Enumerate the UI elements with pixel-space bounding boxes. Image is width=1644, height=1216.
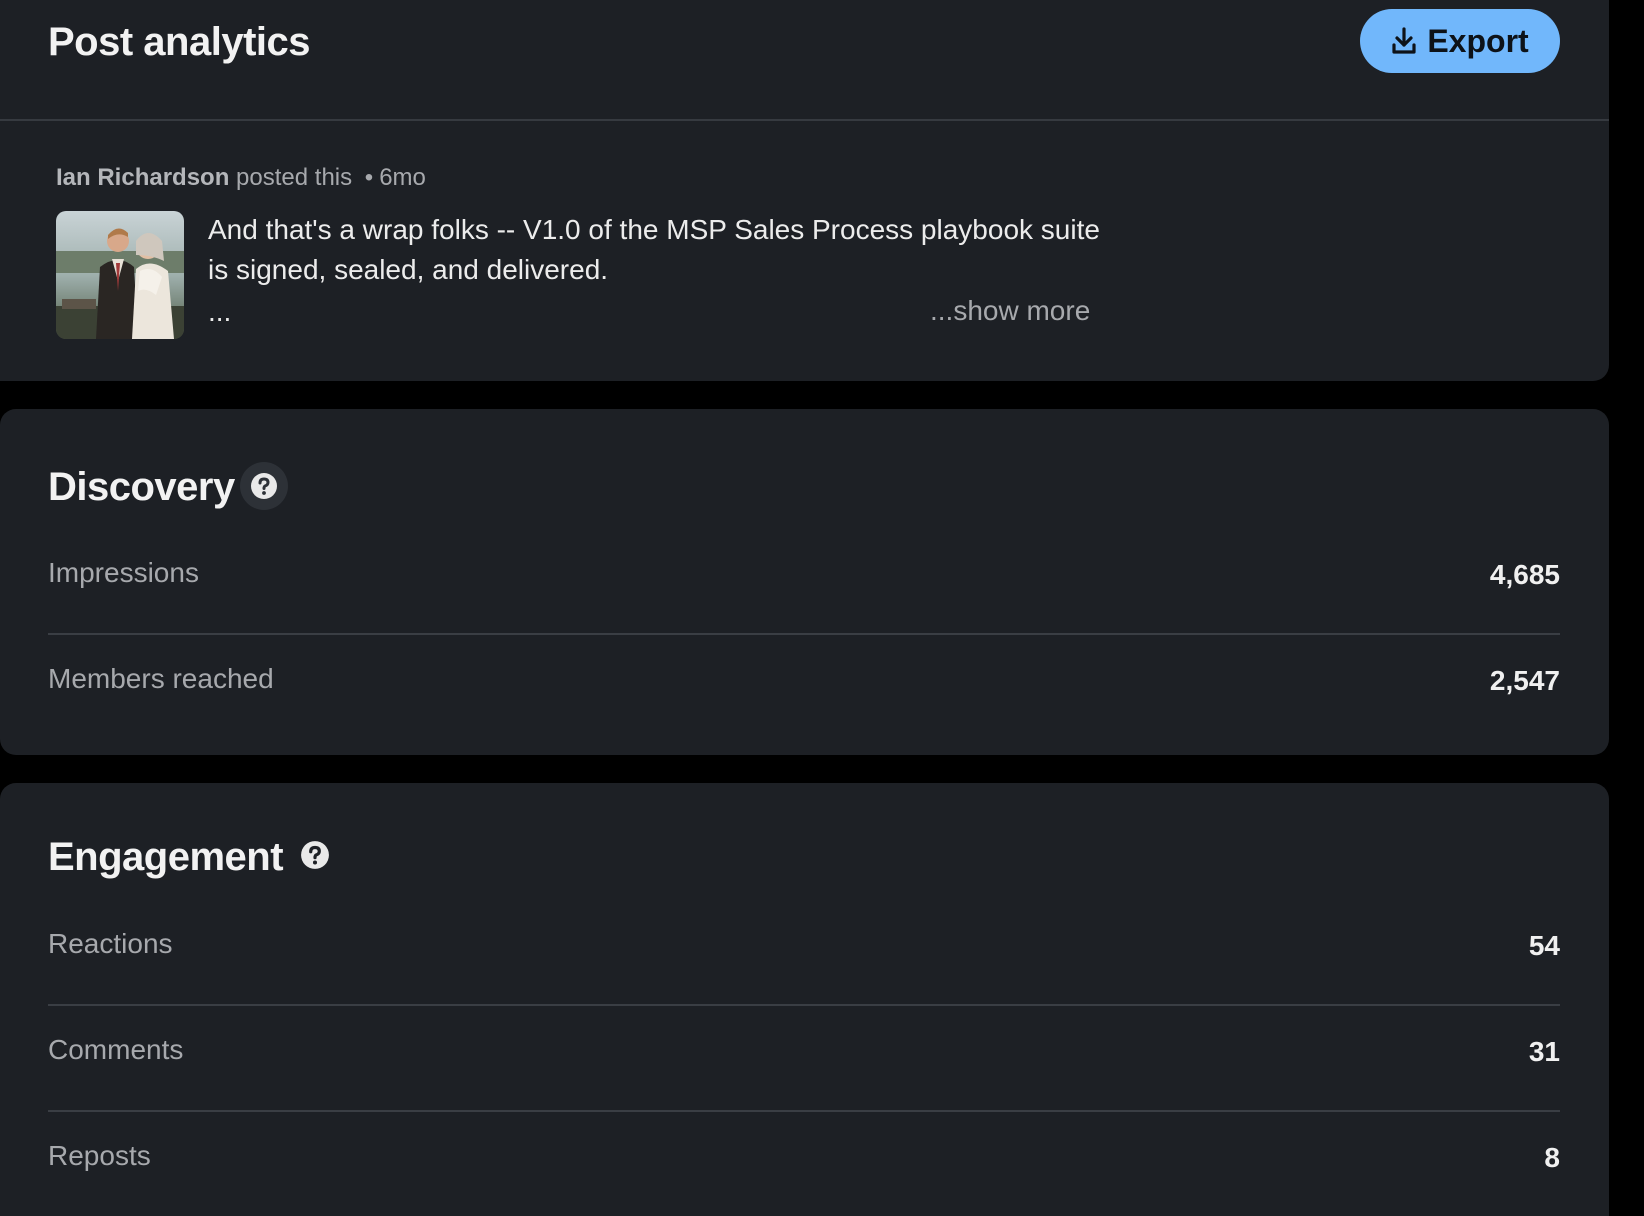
metric-label: Reactions xyxy=(48,928,173,959)
post-author[interactable]: Ian Richardson xyxy=(56,164,229,191)
metric-row-members-reached: Members reached 2,547 xyxy=(48,635,1560,741)
post-meta: Ian Richardson posted this • 6mo xyxy=(56,160,426,196)
metric-row-reactions: Reactions 54 xyxy=(48,900,1560,1006)
metric-value: 54 xyxy=(1528,930,1560,961)
download-icon xyxy=(1391,27,1417,55)
metric-row-comments: Comments 31 xyxy=(48,1006,1560,1112)
metric-value: 4,685 xyxy=(1489,559,1560,590)
post-analytics-page: Post analytics Export Ian Richardson pos… xyxy=(0,0,1644,1216)
post-summary-card: Post analytics Export Ian Richardson pos… xyxy=(0,0,1609,381)
show-more-link[interactable]: ...show more xyxy=(930,291,1090,331)
engagement-card: Engagement Reactions 54 Comments 31 Repo… xyxy=(0,783,1609,1216)
metric-label: Reposts xyxy=(48,1140,151,1171)
metric-row-impressions: Impressions 4,685 xyxy=(48,529,1560,635)
metric-value: 31 xyxy=(1528,1036,1560,1067)
metric-label: Members reached xyxy=(48,663,274,694)
page-title: Post analytics xyxy=(48,20,311,64)
post-thumbnail[interactable] xyxy=(56,211,184,339)
discovery-card: Discovery Impressions 4,685 Members reac… xyxy=(0,409,1609,755)
post-age: 6mo xyxy=(379,164,426,191)
metric-value: 2,547 xyxy=(1489,665,1560,696)
post-text: And that's a wrap folks -- V1.0 of the M… xyxy=(208,214,1100,285)
question-circle-icon[interactable] xyxy=(300,840,330,870)
question-circle-icon[interactable] xyxy=(240,462,288,510)
metric-value: 8 xyxy=(1544,1142,1560,1173)
engagement-title: Engagement xyxy=(48,835,284,879)
metric-label: Impressions xyxy=(48,557,199,588)
metric-row-reposts: Reposts 8 xyxy=(48,1112,1560,1216)
post-action: posted this xyxy=(236,164,353,191)
export-label: Export xyxy=(1427,22,1529,59)
discovery-title: Discovery xyxy=(48,465,235,509)
page-header: Post analytics Export xyxy=(0,0,1609,121)
meta-separator: • xyxy=(364,164,374,191)
post-photo xyxy=(56,211,184,339)
export-button[interactable]: Export xyxy=(1360,9,1560,73)
metric-label: Comments xyxy=(48,1034,184,1065)
post-ellipsis: ... xyxy=(208,296,232,327)
